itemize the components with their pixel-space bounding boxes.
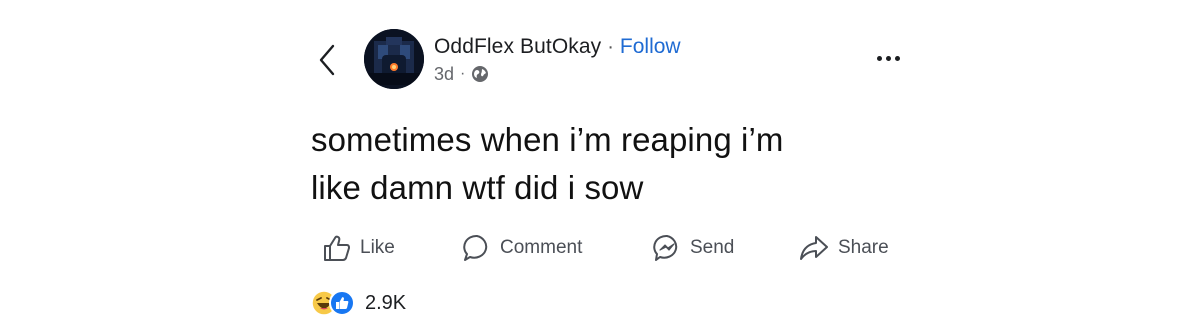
post-timestamp[interactable]: 3d (434, 64, 454, 85)
author-line: OddFlex ButOkay · Follow (434, 34, 681, 60)
more-dot (894, 55, 900, 61)
separator-dot: · (607, 35, 614, 58)
avatar-image (364, 29, 424, 89)
more-options-button[interactable] (870, 48, 906, 68)
like-button[interactable]: Like (322, 230, 395, 266)
post-text-line: sometimes when i’m reaping i’m (311, 121, 784, 158)
like-label: Like (360, 237, 395, 258)
chevron-left-icon (319, 44, 335, 76)
more-dot (876, 55, 882, 61)
share-icon (800, 236, 828, 260)
send-label: Send (690, 237, 735, 258)
follow-button[interactable]: Follow (620, 35, 681, 59)
post-text-line: like damn wtf did i sow (311, 169, 644, 206)
post-text: sometimes when i’m reaping i’m like damn… (311, 116, 931, 212)
messenger-icon (653, 234, 678, 261)
globe-icon (472, 66, 489, 82)
action-bar: Like Comment Send Share (320, 230, 920, 266)
back-button[interactable] (312, 40, 342, 80)
thumbs-up-icon (324, 235, 350, 261)
share-label: Share (838, 237, 889, 258)
comment-button[interactable]: Comment (462, 230, 582, 266)
like-icon (329, 290, 355, 316)
comment-icon (463, 234, 488, 261)
reactions-summary[interactable]: 2.9K (311, 290, 406, 316)
post-meta: 3d · (434, 62, 489, 86)
avatar[interactable] (364, 29, 424, 89)
send-button[interactable]: Send (652, 230, 734, 266)
more-dot (885, 55, 891, 61)
comment-label: Comment (500, 237, 583, 258)
reaction-icons (311, 290, 357, 316)
reaction-count: 2.9K (365, 291, 407, 314)
meta-separator-dot: · (460, 65, 466, 82)
author-name[interactable]: OddFlex ButOkay (434, 35, 601, 59)
post-card: OddFlex ButOkay · Follow 3d · sometimes … (0, 0, 1200, 320)
share-button[interactable]: Share (798, 230, 889, 266)
